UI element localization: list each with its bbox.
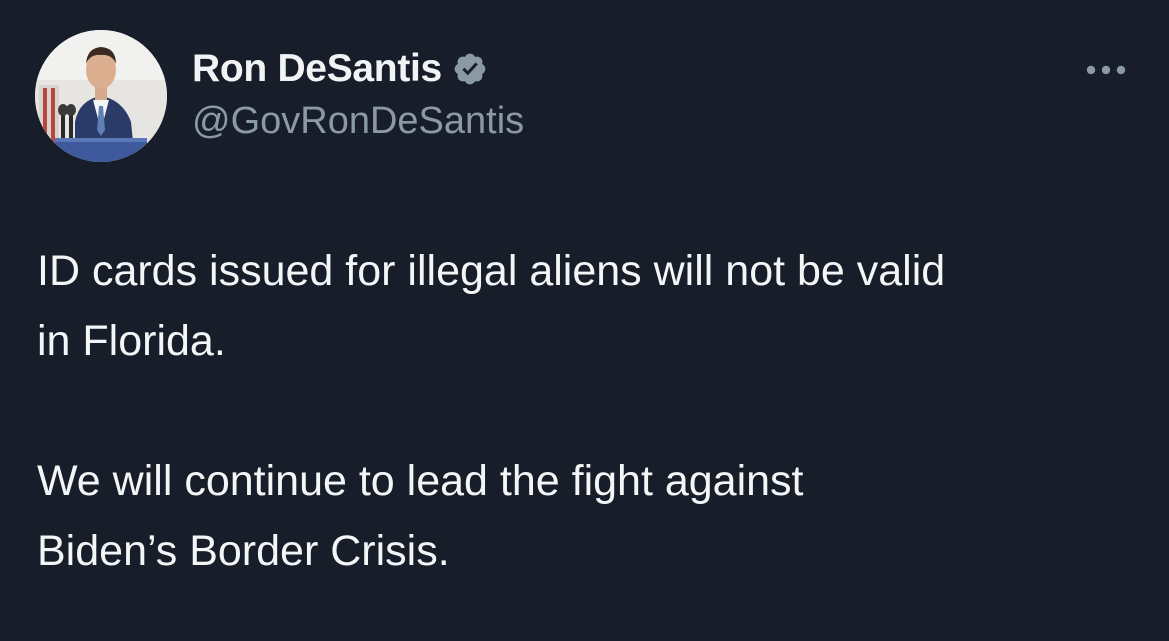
avatar[interactable] <box>35 30 167 162</box>
more-options-icon[interactable] <box>1082 60 1130 80</box>
tweet-line: in Florida. <box>37 317 226 365</box>
tweet-text: ID cards issued for illegal aliens will … <box>37 236 1137 586</box>
author-block: Ron DeSantis @GovRonDeSantis <box>192 46 524 144</box>
tweet-line: Biden’s Border Crisis. <box>37 527 450 575</box>
user-handle[interactable]: @GovRonDeSantis <box>192 98 524 144</box>
verified-badge-icon[interactable] <box>452 51 488 87</box>
tweet-line: ID cards issued for illegal aliens will … <box>37 247 946 295</box>
avatar-photo <box>35 30 167 162</box>
display-name[interactable]: Ron DeSantis <box>192 46 442 92</box>
name-row: Ron DeSantis <box>192 46 524 92</box>
tweet-paragraph: We will continue to lead the fight again… <box>37 446 1137 586</box>
tweet-paragraph: ID cards issued for illegal aliens will … <box>37 236 1137 376</box>
tweet-line: We will continue to lead the fight again… <box>37 457 804 505</box>
tweet-card: Ron DeSantis @GovRonDeSantis ID cards is… <box>0 0 1169 641</box>
